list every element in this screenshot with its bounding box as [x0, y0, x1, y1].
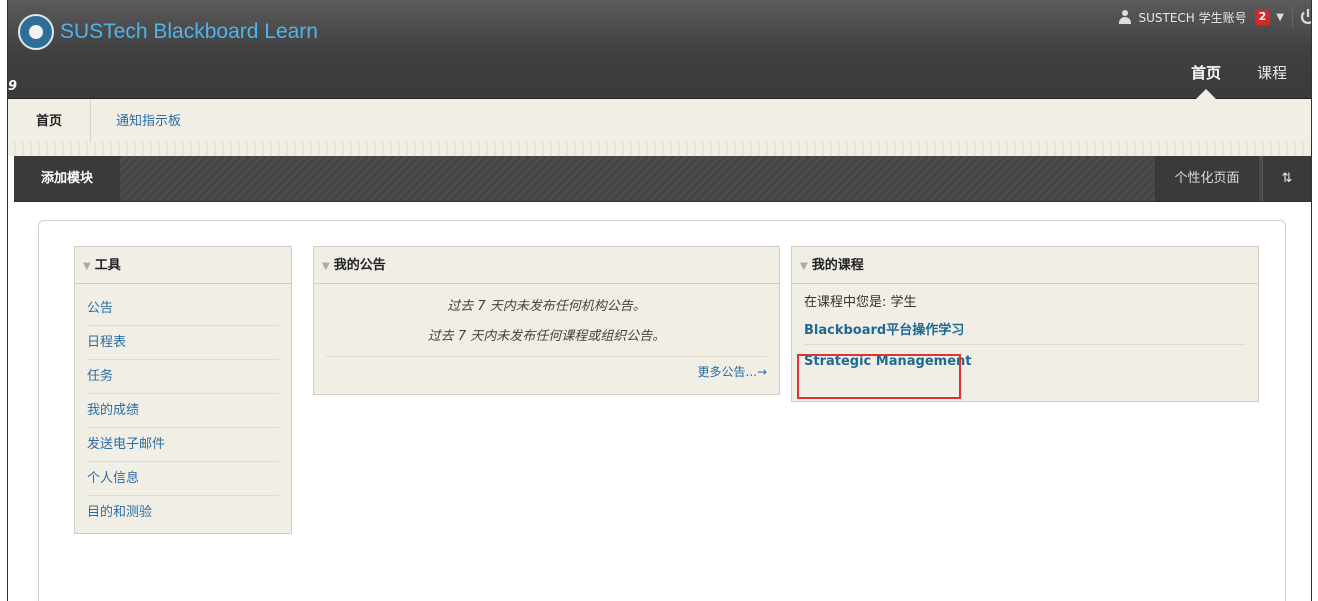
- collapse-triangle-icon[interactable]: ▼: [322, 261, 330, 272]
- course-link-blackboard-training[interactable]: Blackboard平台操作学习: [804, 314, 1246, 345]
- sub-navigation: 首页 通知指示板: [8, 99, 1311, 143]
- module-toolbar: 添加模块 个性化页面 ⇅: [14, 156, 1311, 202]
- my-courses-module-header[interactable]: ▼ 我的课程: [792, 247, 1258, 284]
- page-frame: SUSTech Blackboard Learn 9 SUSTECH 学生账号 …: [8, 0, 1311, 601]
- tool-link-calendar[interactable]: 日程表: [87, 326, 279, 360]
- announcements-module-header[interactable]: ▼ 我的公告: [314, 247, 779, 284]
- tool-link-personal-info[interactable]: 个人信息: [87, 462, 279, 496]
- announcements-module-title: 我的公告: [333, 258, 386, 273]
- collapse-triangle-icon[interactable]: ▼: [83, 261, 91, 272]
- brand-title: SUSTech Blackboard Learn: [60, 20, 318, 43]
- collapse-triangle-icon[interactable]: ▼: [800, 261, 808, 272]
- power-icon[interactable]: [1299, 8, 1311, 26]
- brand[interactable]: SUSTech Blackboard Learn: [18, 12, 318, 52]
- announcements-module: ▼ 我的公告 过去 7 天内未发布任何机构公告。 过去 7 天内未发布任何课程或组…: [313, 246, 780, 395]
- tool-link-send-email[interactable]: 发送电子邮件: [87, 428, 279, 462]
- tools-module-title: 工具: [94, 258, 121, 273]
- tools-list: 公告 日程表 任务 我的成绩 发送电子邮件 个人信息 目的和测验: [75, 284, 291, 529]
- add-module-button[interactable]: 添加模块: [14, 156, 120, 201]
- chevron-down-icon[interactable]: ▼: [1276, 12, 1284, 23]
- tool-link-goals-and-quizzes[interactable]: 目的和测验: [87, 496, 279, 529]
- announcement-message: 过去 7 天内未发布任何机构公告。: [447, 299, 646, 314]
- tool-link-my-grades[interactable]: 我的成绩: [87, 394, 279, 428]
- user-menu[interactable]: SUSTECH 学生账号 2 ▼: [1118, 6, 1311, 28]
- top-header: SUSTech Blackboard Learn 9 SUSTECH 学生账号 …: [8, 0, 1311, 99]
- personalize-page-button[interactable]: 个性化页面: [1155, 156, 1259, 201]
- notification-badge[interactable]: 2: [1254, 9, 1271, 25]
- user-icon: [1118, 10, 1132, 24]
- divider: [1292, 6, 1293, 28]
- tab-home[interactable]: 首页: [1191, 62, 1221, 99]
- course-role-text: 在课程中您是: 学生: [804, 295, 917, 310]
- tools-module: ▼ 工具 公告 日程表 任务 我的成绩 发送电子邮件 个人信息 目的和测验: [74, 246, 292, 534]
- decorative-divider: [8, 142, 1311, 156]
- subnav-tab-notification-dashboard[interactable]: 通知指示板: [116, 99, 181, 142]
- top-tabs: 首页 课程: [1155, 62, 1287, 99]
- tab-courses[interactable]: 课程: [1257, 62, 1287, 83]
- highlight-annotation-box: [797, 354, 961, 399]
- quick-links-icon[interactable]: 9: [8, 79, 17, 94]
- user-name[interactable]: SUSTECH 学生账号: [1138, 9, 1246, 26]
- my-courses-module-title: 我的课程: [811, 258, 864, 273]
- tool-link-tasks[interactable]: 任务: [87, 360, 279, 394]
- tools-module-header[interactable]: ▼ 工具: [75, 247, 291, 284]
- window-right-border: [1311, 0, 1318, 601]
- tool-link-announcements[interactable]: 公告: [87, 292, 279, 326]
- announcement-message: 过去 7 天内未发布任何课程或组织公告。: [427, 329, 666, 344]
- sort-icon[interactable]: ⇅: [1262, 156, 1311, 201]
- university-logo-icon: [18, 14, 54, 50]
- more-announcements-link[interactable]: 更多公告...→: [314, 357, 779, 385]
- window-left-border: [0, 0, 8, 601]
- subnav-tab-home[interactable]: 首页: [8, 99, 91, 142]
